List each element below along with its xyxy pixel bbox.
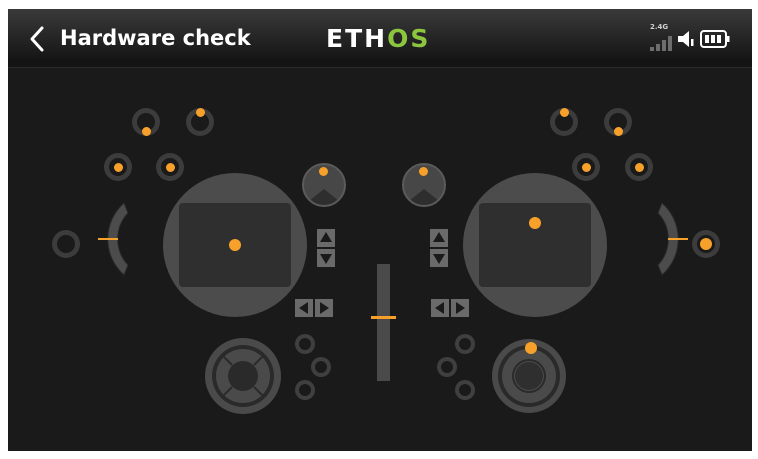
trim-left-vertical bbox=[317, 229, 335, 267]
switch-sf bbox=[604, 108, 632, 136]
switch-se bbox=[550, 108, 578, 136]
slider-left bbox=[98, 202, 129, 276]
stick-left bbox=[163, 173, 307, 317]
logo-text-os: OS bbox=[387, 24, 431, 53]
switch-sd bbox=[156, 153, 184, 181]
stick-right-position bbox=[529, 217, 541, 229]
pot-left bbox=[302, 163, 346, 207]
page-title: Hardware check bbox=[60, 26, 251, 50]
speaker-icon bbox=[678, 31, 694, 47]
signal-bars-icon bbox=[650, 35, 672, 51]
rf-band-label: 2.4G bbox=[650, 23, 669, 31]
top-bar: Hardware check ETHOS 2.4G bbox=[8, 9, 752, 68]
switch-sc bbox=[104, 153, 132, 181]
stick-right-pad bbox=[479, 203, 591, 287]
hardware-diagram bbox=[8, 67, 752, 451]
switch-sh bbox=[625, 153, 653, 181]
trim-right-horizontal bbox=[431, 299, 469, 317]
back-button[interactable] bbox=[26, 25, 50, 53]
button-right-2 bbox=[437, 357, 457, 377]
pot-right bbox=[402, 163, 446, 207]
trim-left-horizontal bbox=[295, 299, 333, 317]
stick-left-position bbox=[229, 239, 241, 251]
button-left-1 bbox=[295, 334, 315, 354]
center-fader-position bbox=[371, 316, 396, 319]
switch-sa bbox=[132, 108, 160, 136]
button-left-3 bbox=[295, 380, 315, 400]
button-right-3 bbox=[455, 380, 475, 400]
trim-right-vertical bbox=[430, 229, 448, 267]
ethos-logo: ETHOS bbox=[326, 24, 430, 54]
rotary-encoder bbox=[492, 339, 566, 413]
four-way-button bbox=[205, 338, 281, 414]
button-right-1 bbox=[455, 334, 475, 354]
side-button-right bbox=[692, 230, 720, 258]
status-area: 2.4G bbox=[650, 23, 742, 51]
center-fader bbox=[371, 264, 396, 381]
logo-text-eth: ETH bbox=[326, 24, 388, 53]
back-chevron-icon bbox=[30, 26, 44, 52]
switch-sg bbox=[572, 153, 600, 181]
button-left-2 bbox=[311, 357, 331, 377]
side-button-left bbox=[52, 230, 80, 258]
battery-icon bbox=[700, 30, 730, 48]
stick-left-pad bbox=[179, 203, 291, 287]
slider-right bbox=[657, 202, 688, 276]
screen: Hardware check ETHOS 2.4G bbox=[8, 9, 752, 451]
switch-sb bbox=[186, 108, 214, 136]
stick-right bbox=[463, 173, 607, 317]
